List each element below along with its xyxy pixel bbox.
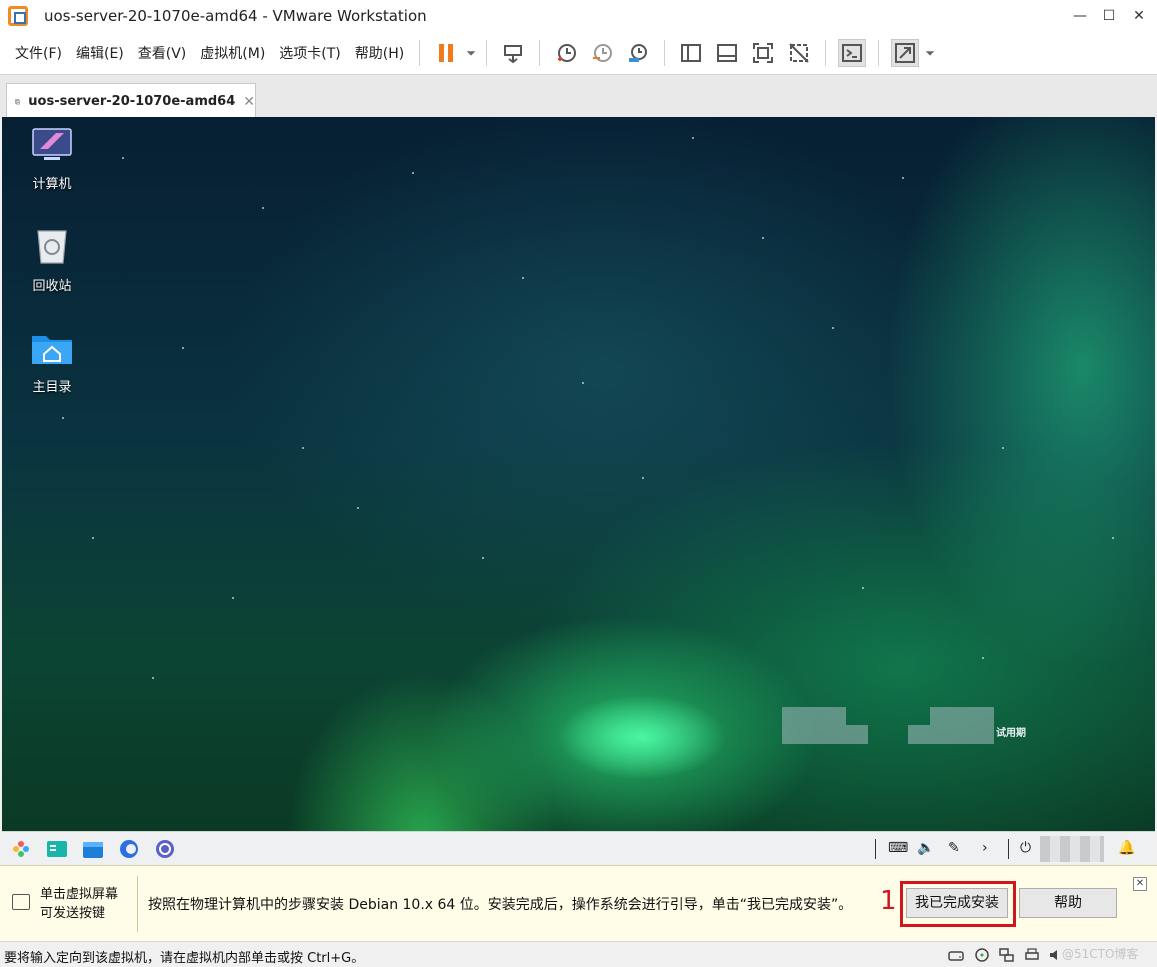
power-icon[interactable]: ⏻ xyxy=(1020,840,1031,856)
desktop-icon-home[interactable]: 主目录 xyxy=(20,330,84,395)
toolbar-divider xyxy=(664,40,666,66)
blurred-clock xyxy=(1040,836,1104,862)
snapshot-manager-icon[interactable] xyxy=(624,39,652,67)
annotation-number: 1 xyxy=(880,886,897,916)
snapshot-icon[interactable] xyxy=(552,39,580,67)
minimize-button[interactable]: — xyxy=(1066,4,1094,28)
tab-strip: uos-server-20-1070e-amd64 ✕ xyxy=(0,74,1157,119)
vmware-logo-icon xyxy=(8,6,28,26)
blurred-watermark xyxy=(782,707,846,744)
menu-edit[interactable]: 编辑(E) xyxy=(69,43,131,63)
tab-label: uos-server-20-1070e-amd64 xyxy=(28,94,236,109)
maximize-button[interactable]: ☐ xyxy=(1095,4,1123,28)
toolbar-divider xyxy=(825,40,827,66)
blurred-watermark xyxy=(930,707,994,744)
hint-close-icon[interactable]: ✕ xyxy=(1133,877,1147,891)
library-icon[interactable] xyxy=(677,39,705,67)
menu-tabs[interactable]: 选项卡(T) xyxy=(272,43,347,63)
status-text: 要将输入定向到该虚拟机，请在虚拟机内部单击或按 Ctrl+G。 xyxy=(4,951,365,966)
settings-icon[interactable] xyxy=(154,838,176,860)
menu-toolbar: 文件(F) 编辑(E) 查看(V) 虚拟机(M) 选项卡(T) 帮助(H) xyxy=(0,32,1157,74)
hint-left-text: 单击虚拟屏幕 可发送按键 xyxy=(40,885,118,923)
help-button[interactable]: 帮助 xyxy=(1019,888,1117,918)
menu-view[interactable]: 查看(V) xyxy=(131,43,194,63)
trash-icon xyxy=(37,230,67,264)
title-bar: uos-server-20-1070e-amd64 - VMware Works… xyxy=(0,0,1157,32)
unity-icon[interactable] xyxy=(785,39,813,67)
multitask-view-icon[interactable] xyxy=(46,838,68,860)
console-icon[interactable] xyxy=(838,39,867,67)
status-bar: 要将输入定向到该虚拟机，请在虚拟机内部单击或按 Ctrl+G。 @51CTO博客 xyxy=(0,941,1157,967)
dropdown-icon[interactable] xyxy=(464,39,478,67)
vm-screen[interactable]: 计算机 回收站 主目录 试用期 xyxy=(2,117,1155,831)
thumbnail-icon[interactable] xyxy=(713,39,741,67)
keyboard-icon[interactable]: ⌨ xyxy=(888,840,908,856)
chevron-right-icon[interactable]: › xyxy=(982,840,988,856)
printer-icon[interactable] xyxy=(1024,947,1040,963)
menu-file[interactable]: 文件(F) xyxy=(8,43,69,63)
vm-running-icon xyxy=(15,98,20,104)
toolbar-divider xyxy=(419,40,421,66)
hint-line-2: 可发送按键 xyxy=(40,906,106,921)
desktop-icon-label: 计算机 xyxy=(32,177,72,192)
desktop-icon-label: 主目录 xyxy=(32,380,72,395)
install-hint-bar: 单击虚拟屏幕 可发送按键 按照在物理计算机中的步骤安装 Debian 10.x … xyxy=(0,865,1157,941)
network-icon[interactable] xyxy=(998,947,1014,963)
toolbar-divider xyxy=(539,40,541,66)
window-title: uos-server-20-1070e-amd64 - VMware Works… xyxy=(44,7,427,25)
browser-icon[interactable] xyxy=(118,838,140,860)
install-message: 按照在物理计算机中的步骤安装 Debian 10.x 64 位。安装完成后，操作… xyxy=(148,897,853,913)
hint-divider xyxy=(137,876,138,932)
home-folder-icon xyxy=(32,336,72,364)
blurred-watermark xyxy=(908,725,930,744)
guest-taskbar: ⌨ 🔈 ✎ › ⏻ 🔔 xyxy=(2,831,1155,865)
pen-icon[interactable]: ✎ xyxy=(948,840,960,856)
hard-disk-icon[interactable] xyxy=(948,947,964,963)
computer-icon xyxy=(32,128,72,160)
launcher-icon[interactable] xyxy=(10,838,32,860)
trial-label: 试用期 xyxy=(996,728,1026,739)
menu-help[interactable]: 帮助(H) xyxy=(348,43,411,63)
file-manager-icon[interactable] xyxy=(82,838,104,860)
watermark-text: @51CTO博客 xyxy=(1062,947,1139,961)
revert-snapshot-icon[interactable] xyxy=(588,39,616,67)
toolbar-divider xyxy=(878,40,880,66)
install-complete-button[interactable]: 我已完成安装 xyxy=(906,888,1008,918)
notification-bell-icon[interactable]: 🔔 xyxy=(1118,840,1135,856)
full-screen-icon[interactable] xyxy=(749,39,777,67)
stretch-icon[interactable] xyxy=(891,39,920,67)
stretch-dropdown-icon[interactable] xyxy=(923,39,937,67)
send-ctrl-alt-del-icon[interactable] xyxy=(499,39,527,67)
desktop-icon-label: 回收站 xyxy=(32,279,72,294)
toolbar-divider xyxy=(486,40,488,66)
close-button[interactable]: ✕ xyxy=(1125,4,1153,28)
tray-divider xyxy=(1008,839,1009,859)
blurred-watermark xyxy=(846,725,868,744)
hint-line-1: 单击虚拟屏幕 xyxy=(40,887,119,902)
pause-icon[interactable] xyxy=(432,39,460,67)
menu-vm[interactable]: 虚拟机(M) xyxy=(193,43,272,63)
desktop-icon-computer[interactable]: 计算机 xyxy=(20,127,84,192)
volume-icon[interactable]: 🔈 xyxy=(917,840,934,856)
keyboard-hint-icon xyxy=(12,894,30,910)
tab-close-icon[interactable]: ✕ xyxy=(243,94,255,110)
tab-vm[interactable]: uos-server-20-1070e-amd64 ✕ xyxy=(6,83,256,119)
desktop-icon-trash[interactable]: 回收站 xyxy=(20,229,84,294)
tray-divider xyxy=(875,839,876,859)
cd-rom-icon[interactable] xyxy=(974,947,990,963)
